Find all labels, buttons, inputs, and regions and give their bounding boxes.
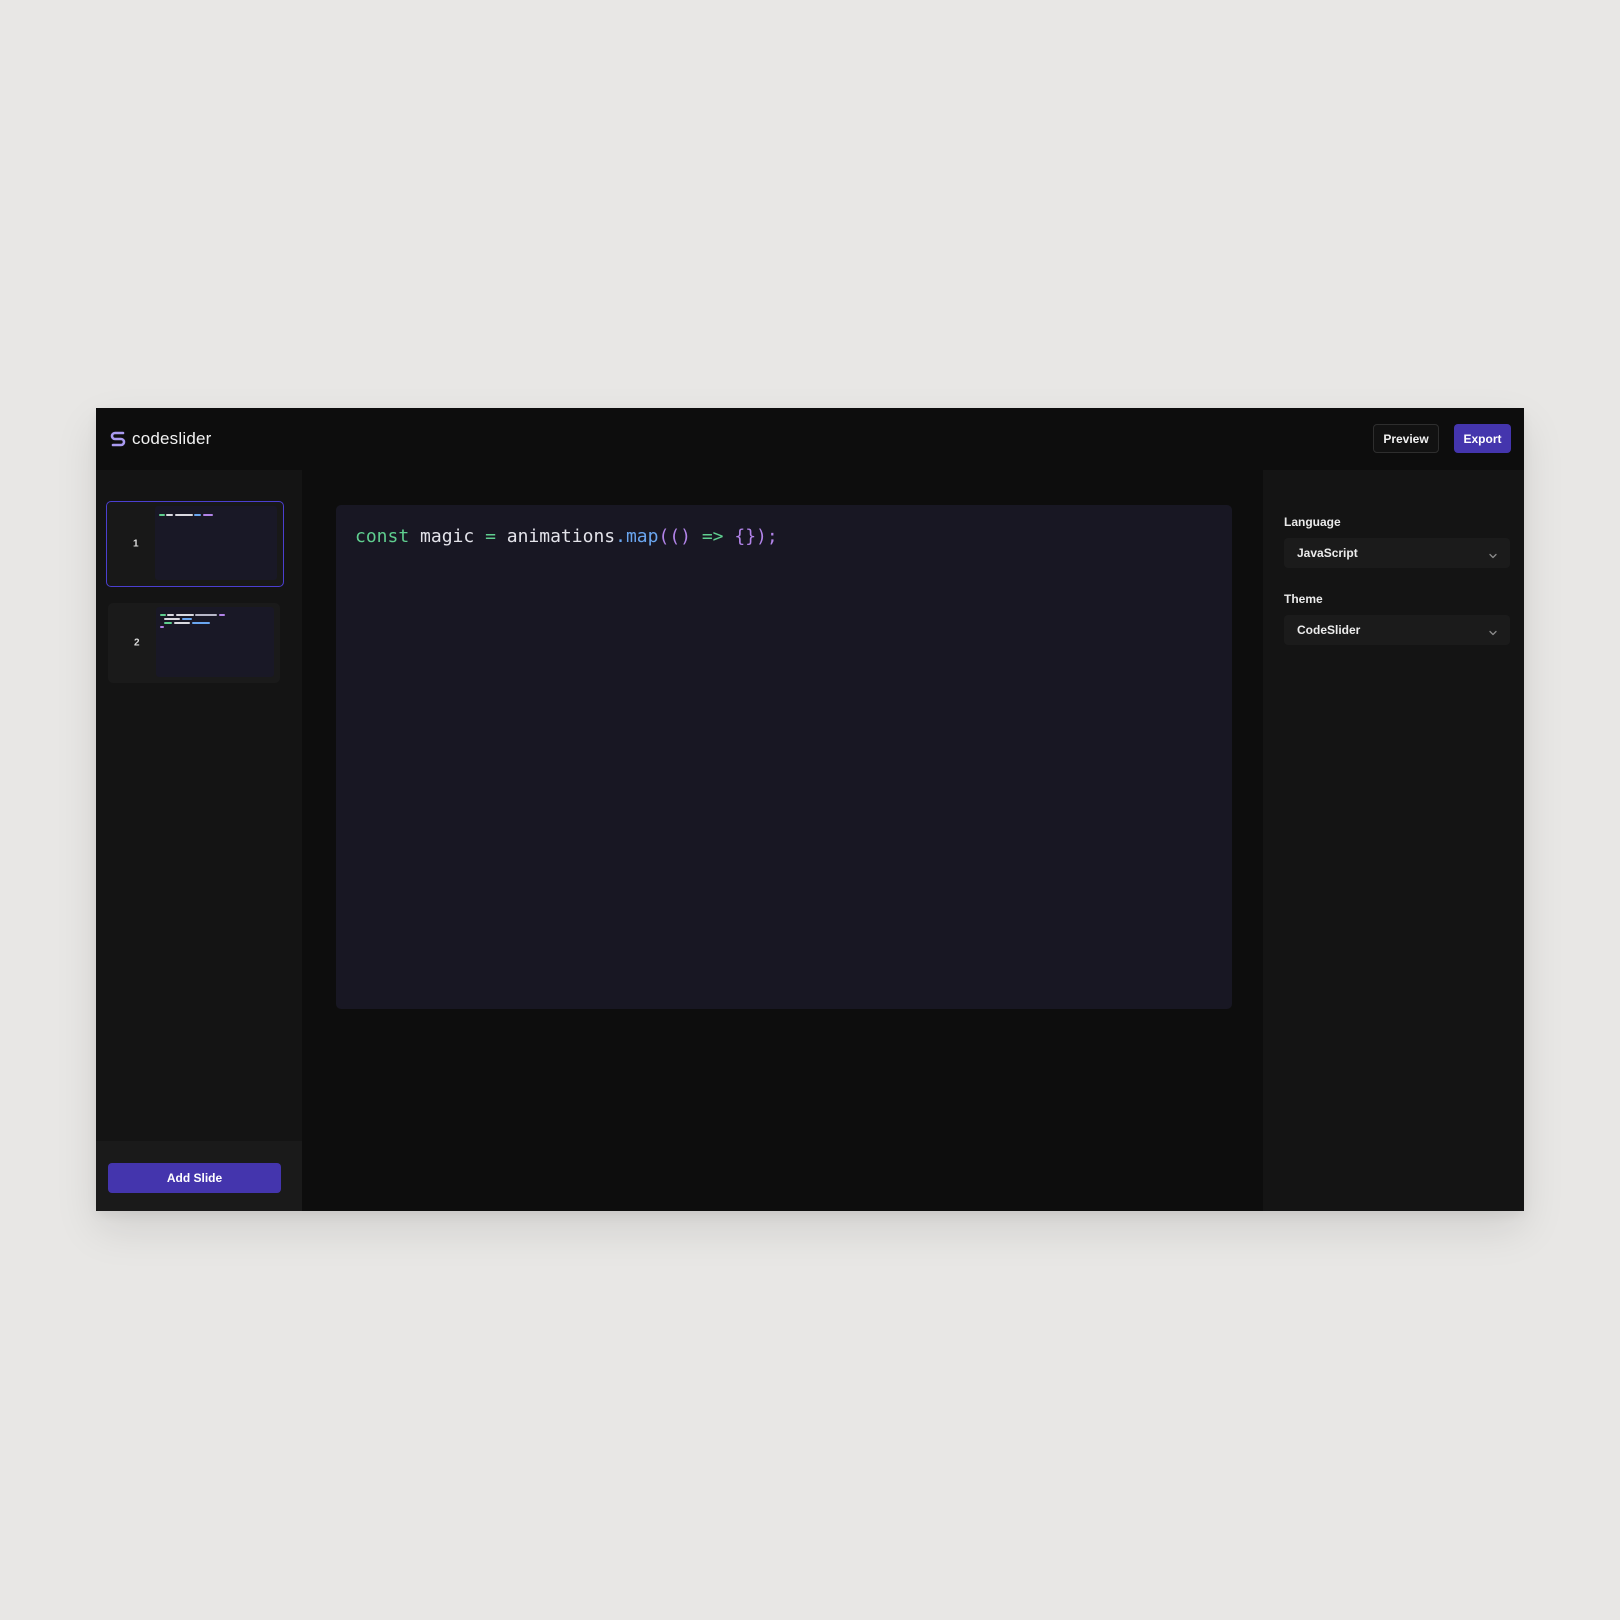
top-bar: codeslider Preview Export	[96, 408, 1524, 470]
brand-name: codeslider	[132, 429, 212, 448]
slide-preview	[156, 607, 274, 677]
code-token-function: map	[625, 526, 659, 547]
code-token-arrow: =>	[701, 526, 724, 547]
code-token-brackets: (()	[658, 526, 691, 547]
theme-label: Theme	[1284, 592, 1323, 606]
slide-preview	[155, 506, 277, 580]
code-token-brackets: {});	[734, 526, 778, 547]
chevron-down-icon	[1488, 548, 1498, 566]
codeslider-logo-icon	[108, 429, 128, 449]
slides-sidebar: 1 2 Add Slide	[96, 470, 302, 1211]
settings-panel: Language JavaScript Theme CodeSlider	[1263, 470, 1524, 1211]
app-window: codeslider Preview Export 1 2 Add Slide …	[96, 408, 1524, 1211]
language-label: Language	[1284, 515, 1341, 529]
slide-number: 1	[133, 538, 139, 550]
export-button[interactable]: Export	[1454, 424, 1511, 453]
language-value: JavaScript	[1297, 546, 1358, 560]
sidebar-footer: Add Slide	[96, 1141, 302, 1211]
slide-number: 2	[134, 637, 140, 649]
code-token-identifier: animations	[506, 526, 616, 547]
slide-thumbnail-1[interactable]: 1	[106, 501, 284, 587]
code-token-dot: .	[615, 526, 626, 547]
language-select[interactable]: JavaScript	[1284, 538, 1510, 568]
chevron-down-icon	[1488, 625, 1498, 643]
add-slide-button[interactable]: Add Slide	[108, 1163, 281, 1193]
theme-value: CodeSlider	[1297, 623, 1361, 637]
code-token-operator: =	[485, 526, 496, 547]
theme-select[interactable]: CodeSlider	[1284, 615, 1510, 645]
code-line[interactable]: const magic = animations.map(() => {});	[355, 526, 778, 547]
slide-thumbnail-2[interactable]: 2	[108, 603, 280, 683]
brand[interactable]: codeslider	[108, 427, 212, 451]
code-editor[interactable]: const magic = animations.map(() => {});	[336, 505, 1232, 1009]
code-token-identifier: magic	[420, 526, 475, 547]
code-token-keyword: const	[355, 526, 410, 547]
preview-button[interactable]: Preview	[1373, 424, 1439, 453]
